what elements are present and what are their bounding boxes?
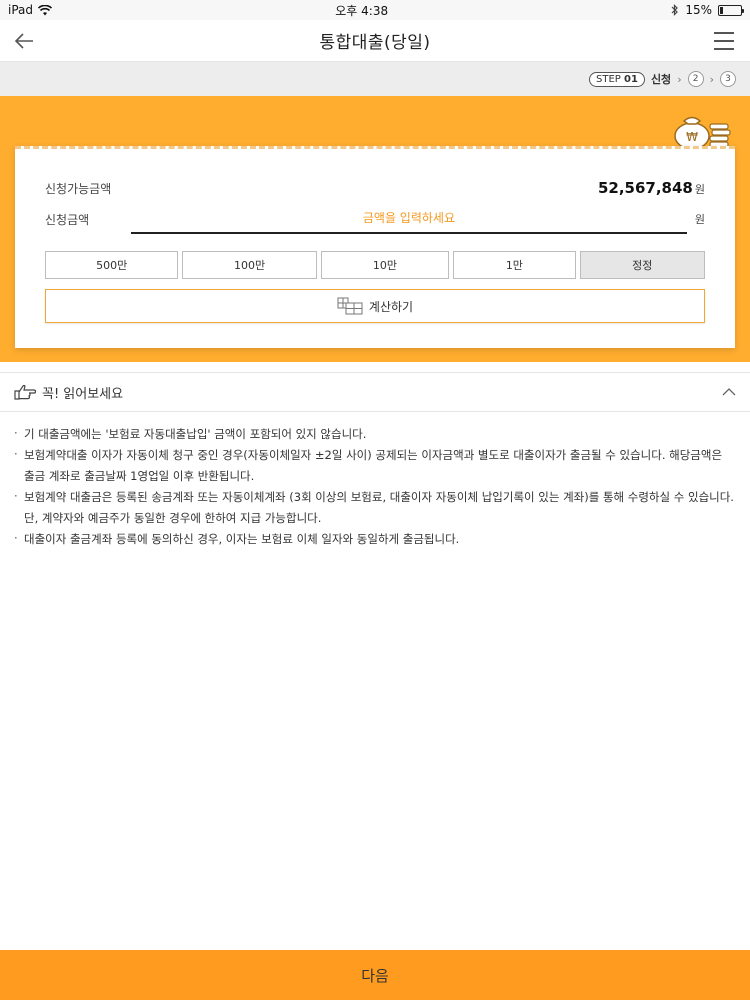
page-title: 통합대출(당일)	[319, 33, 431, 53]
back-button[interactable]	[12, 29, 36, 53]
add-1m-button[interactable]: 100만	[182, 251, 317, 279]
device-name: iPad	[8, 3, 34, 17]
available-amount-label: 신청가능금액	[45, 182, 112, 196]
quick-amount-buttons: 500만 100만 10만 1만 정정	[45, 251, 706, 279]
available-amount-value: 52,567,848 원	[598, 178, 705, 197]
battery-percent: 15%	[685, 3, 712, 17]
app-header: 통합대출(당일)	[0, 20, 750, 62]
input-currency-unit: 원	[694, 213, 705, 226]
loan-panel: ₩ 신청가능금액 52,567,848원 신청금액 원 500만 100만 10…	[0, 96, 750, 362]
calculate-button[interactable]: 계산하기	[45, 289, 705, 323]
step-word: STEP	[596, 73, 621, 85]
chevron-up-icon	[722, 388, 736, 396]
menu-button[interactable]	[712, 29, 736, 53]
request-amount-input[interactable]	[131, 204, 687, 234]
arrow-left-icon	[14, 33, 33, 49]
status-right: 15%	[671, 3, 744, 17]
step-indicator: STEP 01 신청 › 2 › 3	[0, 62, 750, 96]
wifi-icon	[38, 4, 53, 15]
bluetooth-icon	[671, 4, 679, 16]
battery-level	[720, 6, 723, 14]
calculator-icon	[337, 297, 363, 315]
notice-item: 보험계약대출 이자가 자동이체 청구 중인 경우(자동이체일자 ±2일 사이) …	[14, 444, 736, 487]
svg-text:₩: ₩	[686, 130, 698, 144]
money-bag-icon: ₩	[674, 116, 731, 150]
next-button[interactable]: 다음	[0, 950, 750, 1000]
clock: 오후 4:38	[335, 3, 389, 18]
battery-icon	[718, 4, 744, 16]
hamburger-menu-icon	[714, 32, 734, 50]
reset-button[interactable]: 정정	[579, 251, 706, 279]
step-circle-3: 3	[720, 71, 736, 87]
notice-title-wrap: 꼭! 읽어보세요	[14, 383, 123, 402]
chevron-right-icon: ›	[709, 72, 714, 86]
available-amount: 52,567,848	[597, 179, 693, 197]
request-amount-row: 신청금액 원	[45, 199, 705, 239]
notice-toggle[interactable]: 꼭! 읽어보세요	[0, 372, 750, 412]
step-badge: STEP 01	[589, 71, 645, 87]
notice-item: 대출이자 출금계좌 등록에 동의하신 경우, 이자는 보험료 이체 일자와 동일…	[14, 528, 736, 550]
chevron-right-icon: ›	[677, 72, 682, 86]
calculate-label: 계산하기	[368, 299, 414, 314]
notice-list: 기 대출금액에는 '보험료 자동대출납입' 금액이 포함되어 있지 않습니다. …	[0, 412, 750, 550]
add-100k-button[interactable]: 10만	[320, 251, 450, 279]
step-circle-2: 2	[687, 71, 704, 87]
notice-item: 보험계약 대출금은 등록된 송금계좌 또는 자동이체계좌 (3회 이상의 보험료…	[14, 486, 736, 529]
step-number: 01	[624, 73, 638, 85]
add-10k-button[interactable]: 1만	[453, 251, 576, 279]
currency-unit: 원	[694, 183, 705, 196]
status-left: iPad	[8, 3, 53, 17]
status-bar: iPad 오후 4:38 15%	[0, 0, 750, 20]
request-amount-label: 신청금액	[45, 212, 90, 227]
step-current-label: 신청	[650, 73, 672, 86]
loan-card: 신청가능금액 52,567,848원 신청금액 원 500만 100만 10만 …	[15, 146, 735, 348]
notice-title: 꼭! 읽어보세요	[42, 386, 124, 402]
notice-item: 기 대출금액에는 '보험료 자동대출납입' 금액이 포함되어 있지 않습니다.	[14, 423, 736, 445]
pointing-hand-icon	[14, 384, 36, 400]
add-5m-button[interactable]: 500만	[45, 251, 179, 279]
available-amount-row: 신청가능금액 52,567,848 원	[45, 149, 705, 197]
